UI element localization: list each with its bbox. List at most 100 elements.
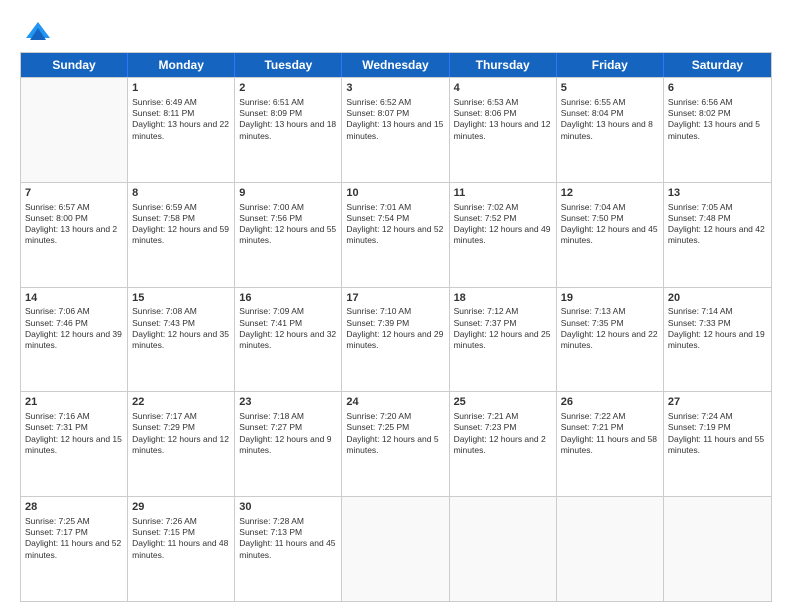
- calendar-cell: 22Sunrise: 7:17 AMSunset: 7:29 PMDayligh…: [128, 392, 235, 496]
- calendar-cell: 8Sunrise: 6:59 AMSunset: 7:58 PMDaylight…: [128, 183, 235, 287]
- day-number: 22: [132, 395, 230, 410]
- calendar-cell: 24Sunrise: 7:20 AMSunset: 7:25 PMDayligh…: [342, 392, 449, 496]
- header: [20, 18, 772, 46]
- calendar-cell: 27Sunrise: 7:24 AMSunset: 7:19 PMDayligh…: [664, 392, 771, 496]
- day-number: 28: [25, 500, 123, 515]
- cell-content: Sunrise: 6:51 AMSunset: 8:09 PMDaylight:…: [239, 97, 337, 142]
- calendar-row-3: 14Sunrise: 7:06 AMSunset: 7:46 PMDayligh…: [21, 287, 771, 392]
- day-number: 8: [132, 186, 230, 201]
- calendar-header-row: SundayMondayTuesdayWednesdayThursdayFrid…: [21, 53, 771, 77]
- calendar-cell: 1Sunrise: 6:49 AMSunset: 8:11 PMDaylight…: [128, 78, 235, 182]
- day-number: 16: [239, 291, 337, 306]
- calendar-cell: 9Sunrise: 7:00 AMSunset: 7:56 PMDaylight…: [235, 183, 342, 287]
- calendar-cell: 12Sunrise: 7:04 AMSunset: 7:50 PMDayligh…: [557, 183, 664, 287]
- cell-content: Sunrise: 7:01 AMSunset: 7:54 PMDaylight:…: [346, 202, 444, 247]
- cell-content: Sunrise: 7:09 AMSunset: 7:41 PMDaylight:…: [239, 306, 337, 351]
- day-number: 4: [454, 81, 552, 96]
- cell-content: Sunrise: 7:16 AMSunset: 7:31 PMDaylight:…: [25, 411, 123, 456]
- cell-content: Sunrise: 6:53 AMSunset: 8:06 PMDaylight:…: [454, 97, 552, 142]
- calendar-cell: 23Sunrise: 7:18 AMSunset: 7:27 PMDayligh…: [235, 392, 342, 496]
- calendar-cell: [557, 497, 664, 601]
- calendar-cell: [450, 497, 557, 601]
- cell-content: Sunrise: 7:08 AMSunset: 7:43 PMDaylight:…: [132, 306, 230, 351]
- header-day-sunday: Sunday: [21, 53, 128, 77]
- cell-content: Sunrise: 7:06 AMSunset: 7:46 PMDaylight:…: [25, 306, 123, 351]
- day-number: 27: [668, 395, 767, 410]
- day-number: 3: [346, 81, 444, 96]
- calendar-cell: [664, 497, 771, 601]
- day-number: 17: [346, 291, 444, 306]
- calendar-row-2: 7Sunrise: 6:57 AMSunset: 8:00 PMDaylight…: [21, 182, 771, 287]
- logo: [20, 18, 52, 46]
- cell-content: Sunrise: 7:28 AMSunset: 7:13 PMDaylight:…: [239, 516, 337, 561]
- day-number: 2: [239, 81, 337, 96]
- day-number: 9: [239, 186, 337, 201]
- calendar-cell: 2Sunrise: 6:51 AMSunset: 8:09 PMDaylight…: [235, 78, 342, 182]
- day-number: 25: [454, 395, 552, 410]
- cell-content: Sunrise: 6:52 AMSunset: 8:07 PMDaylight:…: [346, 97, 444, 142]
- cell-content: Sunrise: 7:05 AMSunset: 7:48 PMDaylight:…: [668, 202, 767, 247]
- header-day-saturday: Saturday: [664, 53, 771, 77]
- cell-content: Sunrise: 6:56 AMSunset: 8:02 PMDaylight:…: [668, 97, 767, 142]
- day-number: 5: [561, 81, 659, 96]
- logo-icon: [24, 18, 52, 46]
- day-number: 10: [346, 186, 444, 201]
- calendar-cell: 30Sunrise: 7:28 AMSunset: 7:13 PMDayligh…: [235, 497, 342, 601]
- day-number: 18: [454, 291, 552, 306]
- calendar-cell: 10Sunrise: 7:01 AMSunset: 7:54 PMDayligh…: [342, 183, 449, 287]
- calendar-row-5: 28Sunrise: 7:25 AMSunset: 7:17 PMDayligh…: [21, 496, 771, 601]
- cell-content: Sunrise: 6:57 AMSunset: 8:00 PMDaylight:…: [25, 202, 123, 247]
- calendar-cell: 15Sunrise: 7:08 AMSunset: 7:43 PMDayligh…: [128, 288, 235, 392]
- calendar-cell: 14Sunrise: 7:06 AMSunset: 7:46 PMDayligh…: [21, 288, 128, 392]
- day-number: 7: [25, 186, 123, 201]
- calendar-cell: 28Sunrise: 7:25 AMSunset: 7:17 PMDayligh…: [21, 497, 128, 601]
- cell-content: Sunrise: 7:13 AMSunset: 7:35 PMDaylight:…: [561, 306, 659, 351]
- day-number: 20: [668, 291, 767, 306]
- day-number: 11: [454, 186, 552, 201]
- calendar-cell: 20Sunrise: 7:14 AMSunset: 7:33 PMDayligh…: [664, 288, 771, 392]
- header-day-friday: Friday: [557, 53, 664, 77]
- cell-content: Sunrise: 7:10 AMSunset: 7:39 PMDaylight:…: [346, 306, 444, 351]
- calendar-cell: 26Sunrise: 7:22 AMSunset: 7:21 PMDayligh…: [557, 392, 664, 496]
- cell-content: Sunrise: 7:00 AMSunset: 7:56 PMDaylight:…: [239, 202, 337, 247]
- day-number: 15: [132, 291, 230, 306]
- cell-content: Sunrise: 7:20 AMSunset: 7:25 PMDaylight:…: [346, 411, 444, 456]
- calendar-cell: 21Sunrise: 7:16 AMSunset: 7:31 PMDayligh…: [21, 392, 128, 496]
- cell-content: Sunrise: 7:04 AMSunset: 7:50 PMDaylight:…: [561, 202, 659, 247]
- cell-content: Sunrise: 7:21 AMSunset: 7:23 PMDaylight:…: [454, 411, 552, 456]
- cell-content: Sunrise: 7:25 AMSunset: 7:17 PMDaylight:…: [25, 516, 123, 561]
- calendar-cell: 3Sunrise: 6:52 AMSunset: 8:07 PMDaylight…: [342, 78, 449, 182]
- calendar-row-4: 21Sunrise: 7:16 AMSunset: 7:31 PMDayligh…: [21, 391, 771, 496]
- calendar-cell: 16Sunrise: 7:09 AMSunset: 7:41 PMDayligh…: [235, 288, 342, 392]
- day-number: 24: [346, 395, 444, 410]
- calendar: SundayMondayTuesdayWednesdayThursdayFrid…: [20, 52, 772, 602]
- cell-content: Sunrise: 7:02 AMSunset: 7:52 PMDaylight:…: [454, 202, 552, 247]
- calendar-cell: 7Sunrise: 6:57 AMSunset: 8:00 PMDaylight…: [21, 183, 128, 287]
- cell-content: Sunrise: 7:18 AMSunset: 7:27 PMDaylight:…: [239, 411, 337, 456]
- header-day-wednesday: Wednesday: [342, 53, 449, 77]
- calendar-cell: 18Sunrise: 7:12 AMSunset: 7:37 PMDayligh…: [450, 288, 557, 392]
- day-number: 19: [561, 291, 659, 306]
- day-number: 29: [132, 500, 230, 515]
- calendar-body: 1Sunrise: 6:49 AMSunset: 8:11 PMDaylight…: [21, 77, 771, 601]
- calendar-cell: 13Sunrise: 7:05 AMSunset: 7:48 PMDayligh…: [664, 183, 771, 287]
- calendar-cell: 11Sunrise: 7:02 AMSunset: 7:52 PMDayligh…: [450, 183, 557, 287]
- day-number: 14: [25, 291, 123, 306]
- cell-content: Sunrise: 6:49 AMSunset: 8:11 PMDaylight:…: [132, 97, 230, 142]
- calendar-cell: 29Sunrise: 7:26 AMSunset: 7:15 PMDayligh…: [128, 497, 235, 601]
- cell-content: Sunrise: 7:14 AMSunset: 7:33 PMDaylight:…: [668, 306, 767, 351]
- day-number: 21: [25, 395, 123, 410]
- cell-content: Sunrise: 6:59 AMSunset: 7:58 PMDaylight:…: [132, 202, 230, 247]
- cell-content: Sunrise: 7:22 AMSunset: 7:21 PMDaylight:…: [561, 411, 659, 456]
- day-number: 13: [668, 186, 767, 201]
- cell-content: Sunrise: 7:24 AMSunset: 7:19 PMDaylight:…: [668, 411, 767, 456]
- day-number: 23: [239, 395, 337, 410]
- day-number: 30: [239, 500, 337, 515]
- calendar-cell: 17Sunrise: 7:10 AMSunset: 7:39 PMDayligh…: [342, 288, 449, 392]
- cell-content: Sunrise: 7:17 AMSunset: 7:29 PMDaylight:…: [132, 411, 230, 456]
- day-number: 1: [132, 81, 230, 96]
- calendar-cell: [21, 78, 128, 182]
- day-number: 12: [561, 186, 659, 201]
- cell-content: Sunrise: 7:26 AMSunset: 7:15 PMDaylight:…: [132, 516, 230, 561]
- calendar-row-1: 1Sunrise: 6:49 AMSunset: 8:11 PMDaylight…: [21, 77, 771, 182]
